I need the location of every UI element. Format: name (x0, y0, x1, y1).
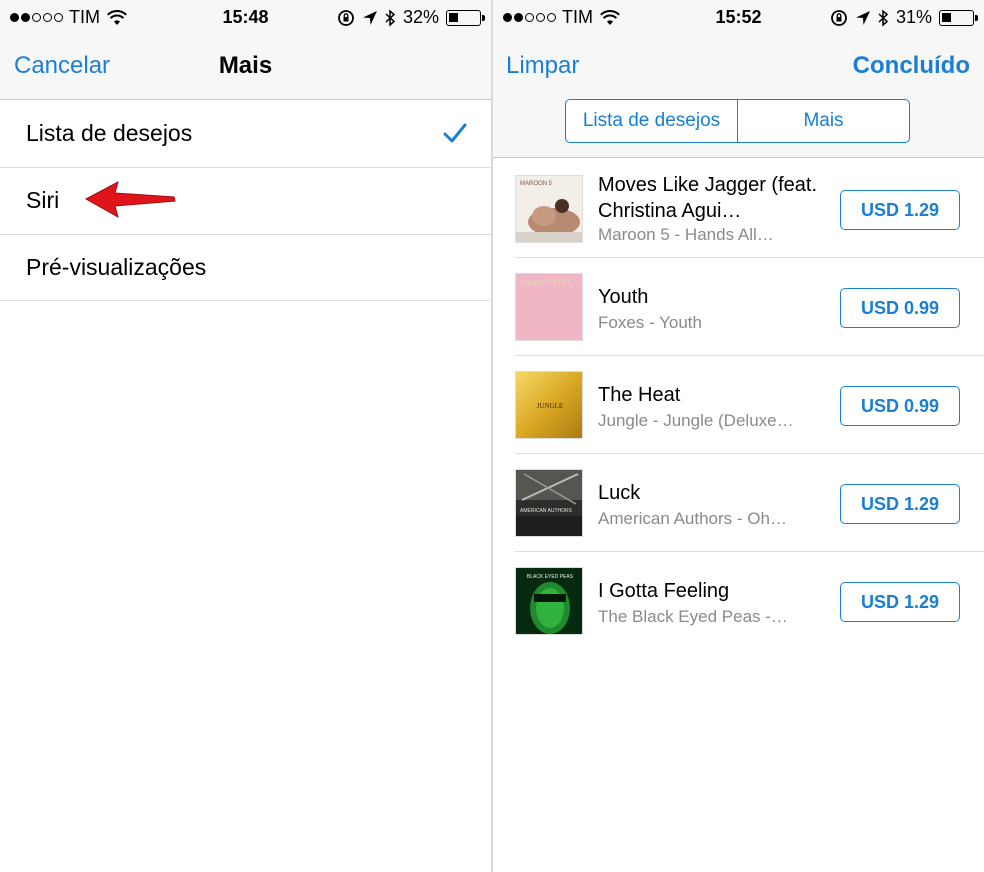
song-title: I Gotta Feeling (598, 580, 730, 602)
song-artist-album: Jungle - Jungle (Deluxe… (598, 411, 794, 430)
rotation-lock-icon (338, 9, 354, 26)
list-item[interactable]: AMERICAN AUTHORS Luck American Authors -… (493, 453, 984, 551)
bluetooth-icon (385, 8, 396, 27)
clear-button[interactable]: Limpar (506, 52, 579, 80)
segment-more[interactable]: Mais (737, 100, 909, 142)
list-item[interactable]: FOXES YOUTH Youth Foxes - Youth USD 0.99 (493, 257, 984, 355)
album-art: BLACK EYED PEAS (515, 567, 583, 635)
list-item[interactable]: JUNGLE The Heat Jungle - Jungle (Deluxe…… (493, 355, 984, 453)
album-art-text: JUNGLE (537, 402, 563, 410)
option-previews[interactable]: Pré-visualizações (0, 234, 491, 301)
done-button[interactable]: Concluído (853, 52, 970, 80)
song-artist-album: American Authors - Oh… (598, 509, 787, 528)
status-bar: TIM 15:48 32% (0, 0, 491, 34)
battery-level-fill (449, 12, 458, 22)
song-artist-album: Maroon 5 - Hands All… (598, 225, 774, 244)
status-bar: TIM 15:52 31% (493, 0, 984, 34)
status-right-group: 32% (337, 7, 485, 28)
song-title: Moves Like Jagger (feat. Christina Agui… (598, 174, 817, 222)
left-top-bar: TIM 15:48 32% Cancelar Mais (0, 0, 491, 100)
navigation-bar: Limpar Concluído (493, 34, 984, 98)
song-title: Luck (598, 482, 641, 504)
wishlist-songs: MAROON 5 Moves Like Jagger (feat. Christ… (493, 159, 984, 649)
segmented-control: Lista de desejos Mais (565, 99, 910, 143)
battery-icon (939, 9, 978, 26)
page-title: Mais (218, 52, 273, 79)
navigation-bar: Cancelar Mais (0, 34, 491, 98)
option-label: Pré-visualizações (26, 254, 207, 280)
battery-percent: 32% (402, 7, 439, 27)
list-item[interactable]: BLACK EYED PEAS I Gotta Feeling The Blac… (493, 551, 984, 649)
checkmark-icon (443, 123, 467, 143)
song-artist-album: Foxes - Youth (598, 313, 702, 332)
album-art: AMERICAN AUTHORS (515, 469, 583, 537)
album-art: FOXES YOUTH (515, 273, 583, 341)
option-label: Lista de desejos (26, 120, 193, 146)
song-title: Youth (598, 286, 649, 308)
status-right-group: 31% (830, 7, 978, 28)
option-label: Siri (26, 187, 60, 213)
location-icon (362, 10, 377, 25)
battery-percent: 31% (895, 7, 932, 27)
price-button[interactable]: USD 0.99 (840, 288, 960, 328)
price-button[interactable]: USD 1.29 (840, 190, 960, 230)
option-wishlist[interactable]: Lista de desejos (0, 100, 491, 167)
red-arrow-annotation-icon (84, 181, 176, 219)
screenshot-composite: TIM 15:48 32% Cancelar Mais Lista de des… (0, 0, 984, 872)
battery-icon (446, 9, 485, 26)
rotation-lock-icon (831, 9, 847, 26)
option-siri[interactable]: Siri (0, 167, 491, 234)
options-list: Lista de desejos Siri Pré-visualizações (0, 100, 491, 301)
price-button[interactable]: USD 0.99 (840, 386, 960, 426)
album-art-text: BLACK EYED PEAS (527, 574, 574, 580)
right-top-bar: TIM 15:52 31% Limpar Concluído Lista de … (493, 0, 984, 158)
album-art: JUNGLE (515, 371, 583, 439)
left-phone-screen: TIM 15:48 32% Cancelar Mais Lista de des… (0, 0, 491, 872)
price-button[interactable]: USD 1.29 (840, 484, 960, 524)
song-title: The Heat (598, 384, 681, 406)
album-art: MAROON 5 (515, 175, 583, 243)
price-button[interactable]: USD 1.29 (840, 582, 960, 622)
right-phone-screen: TIM 15:52 31% Limpar Concluído Lista de … (493, 0, 984, 872)
album-art-text: FOXES YOUTH (520, 280, 570, 287)
album-art-text: AMERICAN AUTHORS (520, 508, 573, 514)
song-artist-album: The Black Eyed Peas -… (598, 607, 788, 626)
list-item[interactable]: MAROON 5 Moves Like Jagger (feat. Christ… (493, 159, 984, 257)
album-art-text: MAROON 5 (520, 181, 553, 187)
battery-level-fill (942, 12, 951, 22)
location-icon (855, 10, 870, 25)
bluetooth-icon (878, 8, 889, 27)
segment-wishlist[interactable]: Lista de desejos (566, 100, 737, 142)
